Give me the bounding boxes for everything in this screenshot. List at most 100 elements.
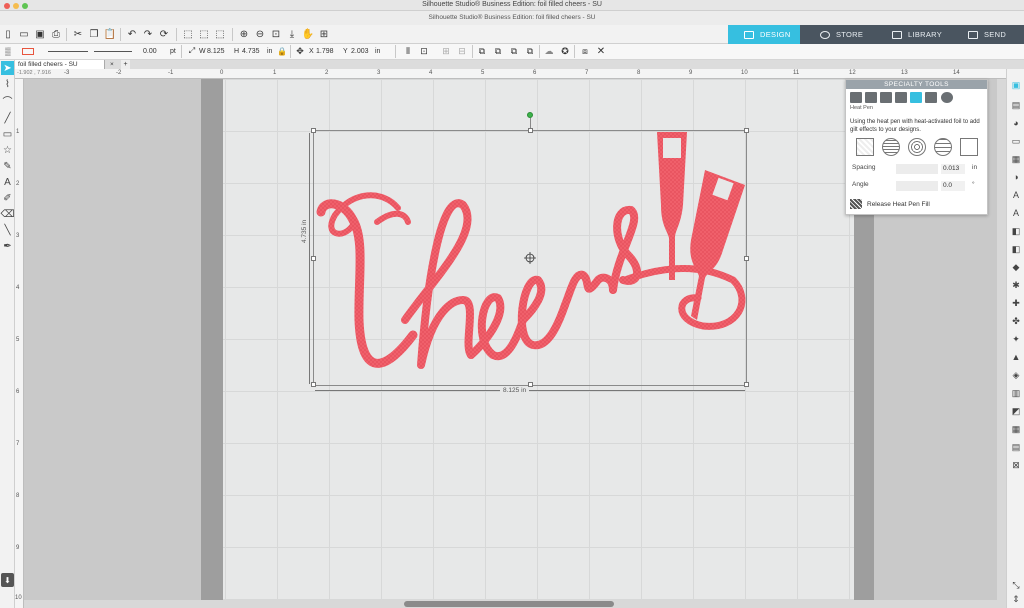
rotation-handle[interactable]: [527, 112, 533, 118]
fill-pattern-circles[interactable]: [908, 138, 926, 156]
copy-icon[interactable]: ❐: [88, 28, 100, 40]
emboss-icon[interactable]: [865, 92, 877, 103]
offset-icon[interactable]: ✪: [559, 45, 571, 57]
document-tab[interactable]: foil filled cheers - SU: [15, 60, 105, 69]
dual-tool-icon[interactable]: [941, 92, 953, 103]
paste-icon[interactable]: 📋: [104, 28, 116, 40]
save-icon[interactable]: ▣: [34, 28, 46, 40]
replicate-icon[interactable]: ⧈: [579, 45, 591, 57]
pencil-tool-icon[interactable]: ✎: [1, 159, 14, 173]
transform-icon[interactable]: ◧: [1010, 225, 1022, 237]
layers-icon[interactable]: ◈: [1010, 369, 1022, 381]
group-icon[interactable]: ⊞: [440, 45, 452, 57]
fill-pattern-lines[interactable]: [882, 138, 900, 156]
zoom-in-icon[interactable]: ⊕: [238, 28, 250, 40]
bring-front-icon[interactable]: ⧉: [476, 45, 488, 57]
x-position-input[interactable]: 1.798: [316, 46, 334, 57]
height-input[interactable]: 4.735: [242, 46, 260, 57]
tab-send[interactable]: SEND: [952, 25, 1024, 44]
spacing-input[interactable]: 0.013: [941, 164, 965, 174]
punch-icon[interactable]: [925, 92, 937, 103]
knife-tool-icon[interactable]: ╲: [1, 223, 14, 237]
rectangle-tool-icon[interactable]: ▭: [1, 127, 14, 141]
expand-icon[interactable]: ⤡: [1010, 579, 1022, 591]
width-input[interactable]: 8.125: [207, 46, 225, 57]
polygon-tool-icon[interactable]: ☆: [1, 143, 14, 157]
y-position-input[interactable]: 2.003: [351, 46, 369, 57]
cut-icon[interactable]: ✂: [72, 28, 84, 40]
eraser-tool-icon[interactable]: ⌫: [0, 207, 14, 221]
center-icon[interactable]: ⊡: [418, 45, 430, 57]
layers-panel-icon[interactable]: ▦: [1010, 423, 1022, 435]
tab-library[interactable]: LIBRARY: [878, 25, 950, 44]
store-panel-icon[interactable]: ⊠: [1010, 459, 1022, 471]
heat-pen-icon[interactable]: [910, 92, 922, 103]
rhinestone-panel-icon[interactable]: ✦: [1010, 333, 1022, 345]
fill-gradient-icon[interactable]: ▦: [1010, 153, 1022, 165]
horizontal-scrollbar[interactable]: [24, 600, 1006, 608]
download-icon[interactable]: ⬇: [1, 573, 14, 587]
weld-icon[interactable]: ☁: [543, 45, 555, 57]
align-icon[interactable]: ⫴: [402, 45, 414, 57]
new-document-icon[interactable]: ▯: [2, 28, 14, 40]
fit-window-icon[interactable]: ⊞: [318, 28, 330, 40]
line-width-value[interactable]: 0.00: [143, 46, 157, 57]
pen-tool-icon[interactable]: ✐: [1, 191, 14, 205]
horizontal-scroll-thumb[interactable]: [404, 601, 614, 607]
page-setup-icon[interactable]: ▣: [1010, 79, 1022, 91]
fit-page-icon[interactable]: ⤓: [286, 28, 298, 40]
angle-slider[interactable]: [896, 181, 938, 191]
trace-icon[interactable]: ✚: [1010, 297, 1022, 309]
line-style-selector[interactable]: [48, 51, 88, 52]
color-icon[interactable]: ◕: [1010, 117, 1022, 129]
undo-icon[interactable]: ↶: [126, 28, 138, 40]
add-tab-button[interactable]: +: [121, 60, 130, 69]
angle-input[interactable]: 0.0: [941, 181, 965, 191]
knife-panel-icon[interactable]: ◩: [1010, 405, 1022, 417]
text-tool-icon[interactable]: A: [1, 175, 14, 189]
print-icon[interactable]: ⎙: [50, 28, 62, 40]
send-backward-icon[interactable]: ⧉: [524, 45, 536, 57]
open-folder-icon[interactable]: ▭: [18, 28, 30, 40]
pan-hand-icon[interactable]: ✋: [302, 28, 314, 40]
nesting-icon[interactable]: ▲: [1010, 351, 1022, 363]
refresh-icon[interactable]: ⟳: [158, 28, 170, 40]
fill-pattern-grid[interactable]: [934, 138, 952, 156]
zoom-out-icon[interactable]: ⊖: [254, 28, 266, 40]
text-style-icon[interactable]: A: [1010, 189, 1022, 201]
image-effects-icon[interactable]: ◑: [1010, 171, 1022, 183]
library-panel-icon[interactable]: ▤: [1010, 441, 1022, 453]
line-color-icon[interactable]: ▭: [1010, 135, 1022, 147]
bring-forward-icon[interactable]: ⧉: [508, 45, 520, 57]
ungroup-icon[interactable]: ⊟: [456, 45, 468, 57]
line-color-swatch[interactable]: [22, 48, 34, 55]
lock-aspect-icon[interactable]: 🔒: [276, 45, 288, 57]
modify-icon[interactable]: ◆: [1010, 261, 1022, 273]
bezier-icon[interactable]: ⌒: [1, 93, 14, 108]
text-warp-icon[interactable]: A: [1010, 207, 1022, 219]
scale-icon[interactable]: ▥: [1010, 387, 1022, 399]
release-heat-pen-fill-button[interactable]: Release Heat Pen Fill: [850, 199, 930, 209]
select-tool-icon[interactable]: ➤: [1, 61, 14, 75]
select-icon[interactable]: ⬚: [214, 28, 226, 40]
replicate-panel-icon[interactable]: ◧: [1010, 243, 1022, 255]
spacing-slider[interactable]: [896, 164, 938, 174]
zoom-select-icon[interactable]: ⊡: [270, 28, 282, 40]
redo-icon[interactable]: ↷: [142, 28, 154, 40]
select-all-icon[interactable]: ⬚: [182, 28, 194, 40]
delete-icon[interactable]: ✕: [595, 45, 607, 57]
collapse-icon[interactable]: ⇕: [1010, 593, 1022, 605]
pattern-icon[interactable]: ▒: [2, 45, 14, 57]
send-back-icon[interactable]: ⧉: [492, 45, 504, 57]
tab-store[interactable]: STORE: [804, 25, 874, 44]
fill-pattern-none[interactable]: [856, 138, 874, 156]
fill-pattern-spiral[interactable]: [960, 138, 978, 156]
close-tab-icon[interactable]: ×: [110, 60, 114, 69]
line-tool-icon[interactable]: ╱: [1, 111, 14, 125]
sketch-pen-icon[interactable]: [850, 92, 862, 103]
offset-panel-icon[interactable]: ✱: [1010, 279, 1022, 291]
line-style-selector-2[interactable]: [94, 51, 132, 52]
sketch-panel-icon[interactable]: ✤: [1010, 315, 1022, 327]
cheers-design[interactable]: [313, 130, 747, 386]
deselect-icon[interactable]: ⬚: [198, 28, 210, 40]
